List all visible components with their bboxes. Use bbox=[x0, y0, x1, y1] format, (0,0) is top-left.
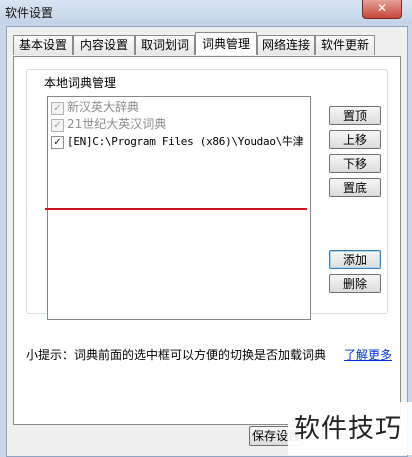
tab-dictionary-management[interactable]: 词典管理 bbox=[195, 32, 257, 55]
group-title: 本地词典管理 bbox=[41, 74, 120, 91]
tab-software-update[interactable]: 软件更新 bbox=[315, 35, 375, 55]
watermark: 软件技巧 bbox=[288, 402, 412, 455]
tab-network[interactable]: 网络连接 bbox=[257, 35, 315, 55]
move-to-bottom-button[interactable]: 置底 bbox=[329, 178, 381, 197]
learn-more-link[interactable]: 了解更多 bbox=[344, 346, 392, 363]
checkbox[interactable]: ✓ bbox=[51, 136, 64, 149]
red-annotation-underline bbox=[45, 208, 307, 210]
checkbox[interactable]: ✓ bbox=[51, 102, 64, 115]
local-dictionary-group: 本地词典管理 ✓ 新汉英大辞典 ✓ 21世纪大英汉词典 ✓ [EN]C:\Pro… bbox=[26, 69, 388, 320]
watermark-text: 软件技巧 bbox=[294, 414, 403, 444]
close-button[interactable]: ✕ bbox=[362, 0, 402, 19]
add-dictionary-button[interactable]: 添加 bbox=[329, 250, 381, 269]
tab-content-settings[interactable]: 内容设置 bbox=[73, 35, 135, 55]
move-to-top-button[interactable]: 置顶 bbox=[329, 106, 381, 125]
tip-text: 小提示：词典前面的选中框可以方便的切换是否加载词典 bbox=[26, 348, 327, 362]
move-up-button[interactable]: 上移 bbox=[329, 130, 381, 149]
dictionary-name: 21世纪大英汉词典 bbox=[67, 117, 167, 131]
settings-dialog: 基本设置 内容设置 取词划词 词典管理 网络连接 软件更新 本地词典管理 ✓ 新… bbox=[6, 26, 408, 457]
tab-basic-settings[interactable]: 基本设置 bbox=[13, 35, 73, 55]
move-down-button[interactable]: 下移 bbox=[329, 154, 381, 173]
checkbox[interactable]: ✓ bbox=[51, 119, 64, 132]
delete-dictionary-button[interactable]: 删除 bbox=[329, 274, 381, 293]
tab-panel: 本地词典管理 ✓ 新汉英大辞典 ✓ 21世纪大英汉词典 ✓ [EN]C:\Pro… bbox=[13, 56, 401, 425]
window-title: 软件设置 bbox=[5, 6, 54, 20]
dictionary-name: 新汉英大辞典 bbox=[67, 100, 140, 114]
dictionary-name: [EN]C:\Program Files (x86)\Youdao\牛津 bbox=[67, 135, 304, 148]
tab-word-capture[interactable]: 取词划词 bbox=[135, 35, 195, 55]
title-bar: 软件设置 ✕ bbox=[0, 0, 412, 24]
close-icon: ✕ bbox=[376, 1, 388, 15]
